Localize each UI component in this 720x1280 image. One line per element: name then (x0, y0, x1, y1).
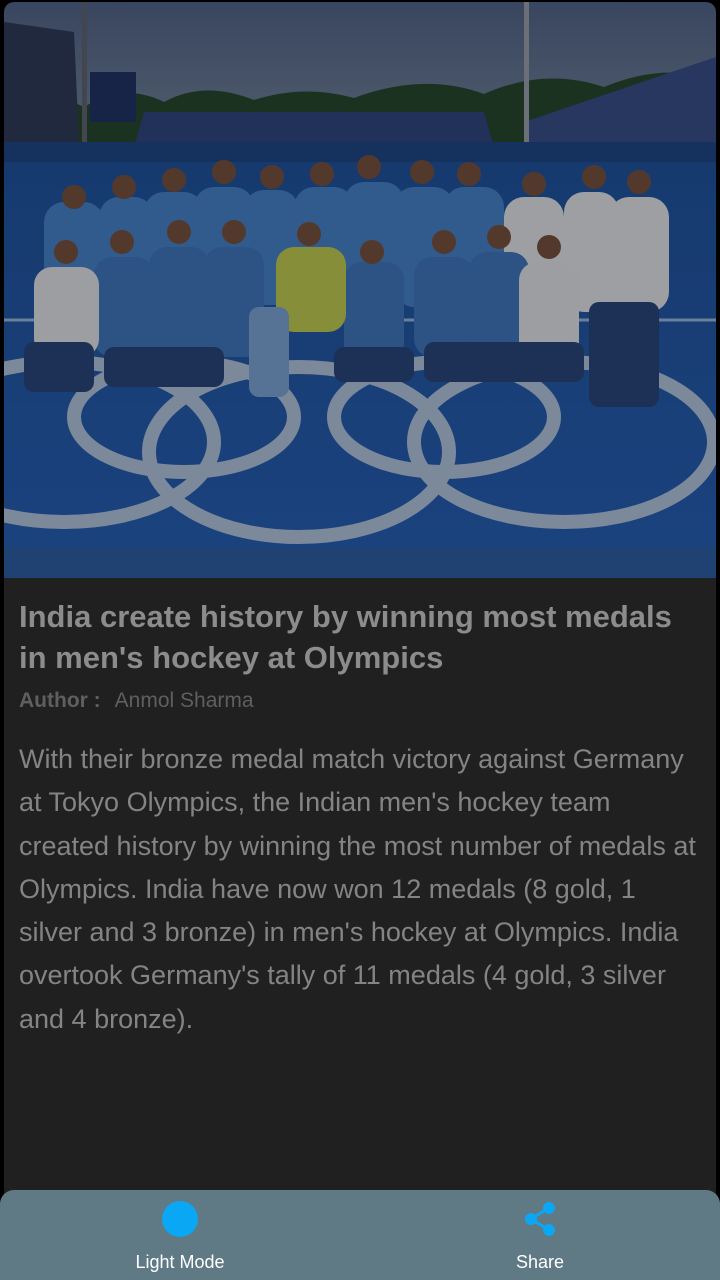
article-body: With their bronze medal match victory ag… (19, 744, 696, 1034)
light-mode-button[interactable]: Light Mode (0, 1190, 360, 1280)
article-title: India create history by winning most med… (19, 599, 672, 675)
share-icon (521, 1200, 559, 1238)
author-name: Anmol Sharma (114, 689, 254, 712)
author-row: Author : Anmol Sharma (19, 688, 704, 714)
light-mode-label: Light Mode (135, 1252, 225, 1272)
news-card: India create history by winning most med… (4, 2, 716, 1280)
bottom-nav-bar: Light Mode Share (0, 1190, 720, 1280)
screen: India create history by winning most med… (0, 0, 720, 1280)
author-label: Author : (19, 689, 101, 712)
article-content: India create history by winning most med… (19, 596, 704, 1041)
article-image (4, 2, 716, 578)
share-button[interactable]: Share (360, 1190, 720, 1280)
share-label: Share (515, 1252, 565, 1272)
circle-icon (161, 1200, 199, 1238)
